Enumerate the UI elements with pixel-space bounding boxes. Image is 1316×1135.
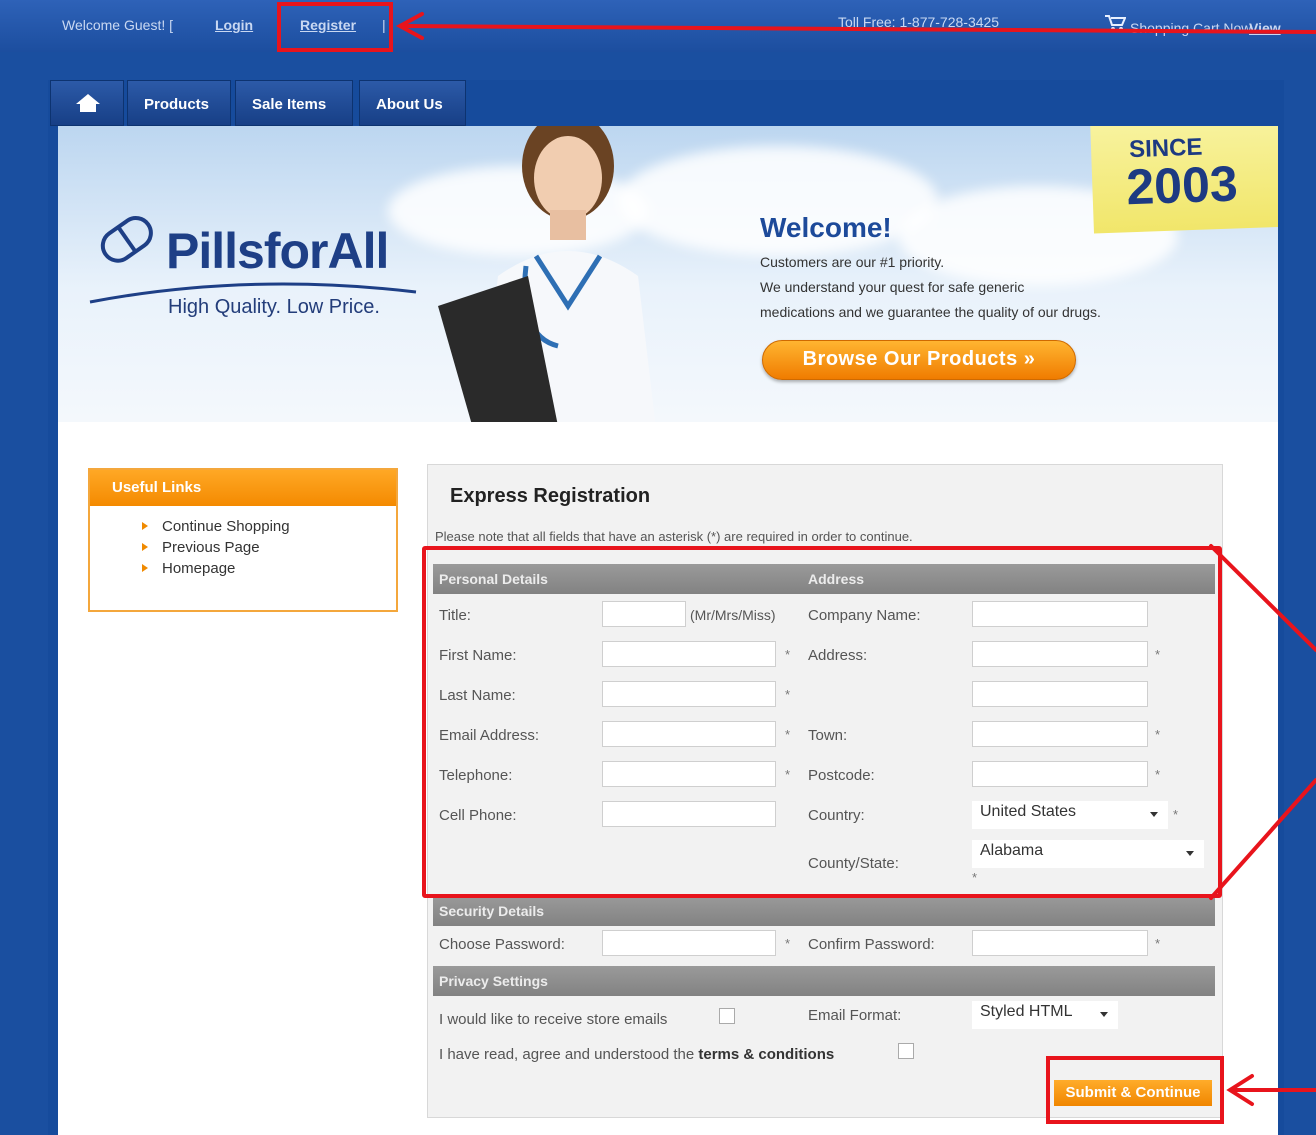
link-label[interactable]: Previous Page	[162, 539, 260, 556]
welcome-guest-text: Welcome Guest! [	[62, 17, 174, 33]
required-fields-note: Please note that all fields that have an…	[435, 529, 913, 544]
shopping-cart-label: Shopping Cart Now	[1130, 20, 1252, 36]
nav-about-us-tab[interactable]: About Us	[359, 80, 466, 126]
since-badge: SINCE 2003	[1090, 126, 1278, 234]
useful-link-continue-shopping[interactable]: Continue Shopping	[90, 518, 396, 539]
brand-logo-text[interactable]: PillsforAll	[166, 222, 389, 280]
link-label[interactable]: Homepage	[162, 560, 235, 577]
useful-link-homepage[interactable]: Homepage	[90, 560, 396, 581]
doctor-image	[438, 126, 656, 422]
confirm-password-field[interactable]	[972, 930, 1148, 956]
welcome-text-line: Customers are our #1 priority.	[760, 254, 945, 270]
welcome-heading: Welcome!	[760, 212, 892, 243]
browse-products-button[interactable]: Browse Our Products »	[762, 340, 1076, 380]
home-icon	[76, 94, 100, 112]
section-security-details: Security Details	[439, 903, 545, 919]
email-format-value: Styled HTML	[980, 1003, 1073, 1020]
since-year: 2003	[1125, 155, 1239, 216]
welcome-text-line: medications and we guarantee the quality…	[760, 304, 1101, 320]
terms-label: I have read, agree and understood the te…	[439, 1046, 834, 1063]
annotation-highlight-register	[277, 2, 393, 52]
section-bar-security: Security Details	[433, 896, 1215, 926]
hero-banner: PillsforAll High Quality. Low Price. Wel…	[58, 126, 1278, 422]
choose-password-label: Choose Password:	[439, 936, 565, 953]
cart-view-link[interactable]: View	[1249, 20, 1281, 36]
arrow-right-icon	[142, 564, 148, 572]
useful-link-previous-page[interactable]: Previous Page	[90, 539, 396, 560]
email-format-select[interactable]: Styled HTML	[972, 1001, 1118, 1029]
arrow-right-icon	[142, 522, 148, 530]
top-bar: Welcome Guest! [ Login Register | Toll F…	[0, 0, 1316, 52]
pills-logo-icon	[100, 216, 153, 263]
nav-products-tab[interactable]: Products	[127, 80, 231, 126]
choose-password-field[interactable]	[602, 930, 776, 956]
toll-free-number: Toll Free: 1-877-728-3425	[838, 14, 1000, 30]
chevron-down-icon	[1100, 1012, 1108, 1017]
required-asterisk: *	[785, 936, 791, 951]
registration-title: Express Registration	[450, 485, 651, 507]
login-link[interactable]: Login	[215, 17, 253, 33]
useful-links-box: Useful Links Continue Shopping Previous …	[88, 468, 398, 612]
nav-home-tab[interactable]	[50, 80, 124, 126]
terms-prefix: I have read, agree and understood the	[439, 1046, 699, 1063]
terms-checkbox[interactable]	[898, 1043, 914, 1059]
section-bar-privacy: Privacy Settings	[433, 966, 1215, 996]
confirm-password-label: Confirm Password:	[808, 936, 935, 953]
useful-links-list: Continue Shopping Previous Page Homepage	[90, 518, 396, 581]
annotation-highlight-form	[422, 546, 1222, 898]
section-privacy-settings: Privacy Settings	[439, 973, 548, 989]
arrow-right-icon	[142, 543, 148, 551]
brand-tagline: High Quality. Low Price.	[168, 296, 380, 318]
store-emails-label: I would like to receive store emails	[439, 1011, 668, 1028]
email-format-label: Email Format:	[808, 1007, 902, 1024]
link-label[interactable]: Continue Shopping	[162, 518, 290, 535]
cart-icon[interactable]	[1104, 14, 1126, 32]
required-asterisk: *	[1155, 936, 1161, 951]
annotation-highlight-submit	[1046, 1056, 1224, 1124]
useful-links-title: Useful Links	[90, 470, 396, 506]
terms-link[interactable]: terms & conditions	[698, 1046, 834, 1063]
store-emails-checkbox[interactable]	[719, 1008, 735, 1024]
welcome-text-line: We understand your quest for safe generi…	[760, 279, 1025, 295]
nav-sale-items-tab[interactable]: Sale Items	[235, 80, 353, 126]
